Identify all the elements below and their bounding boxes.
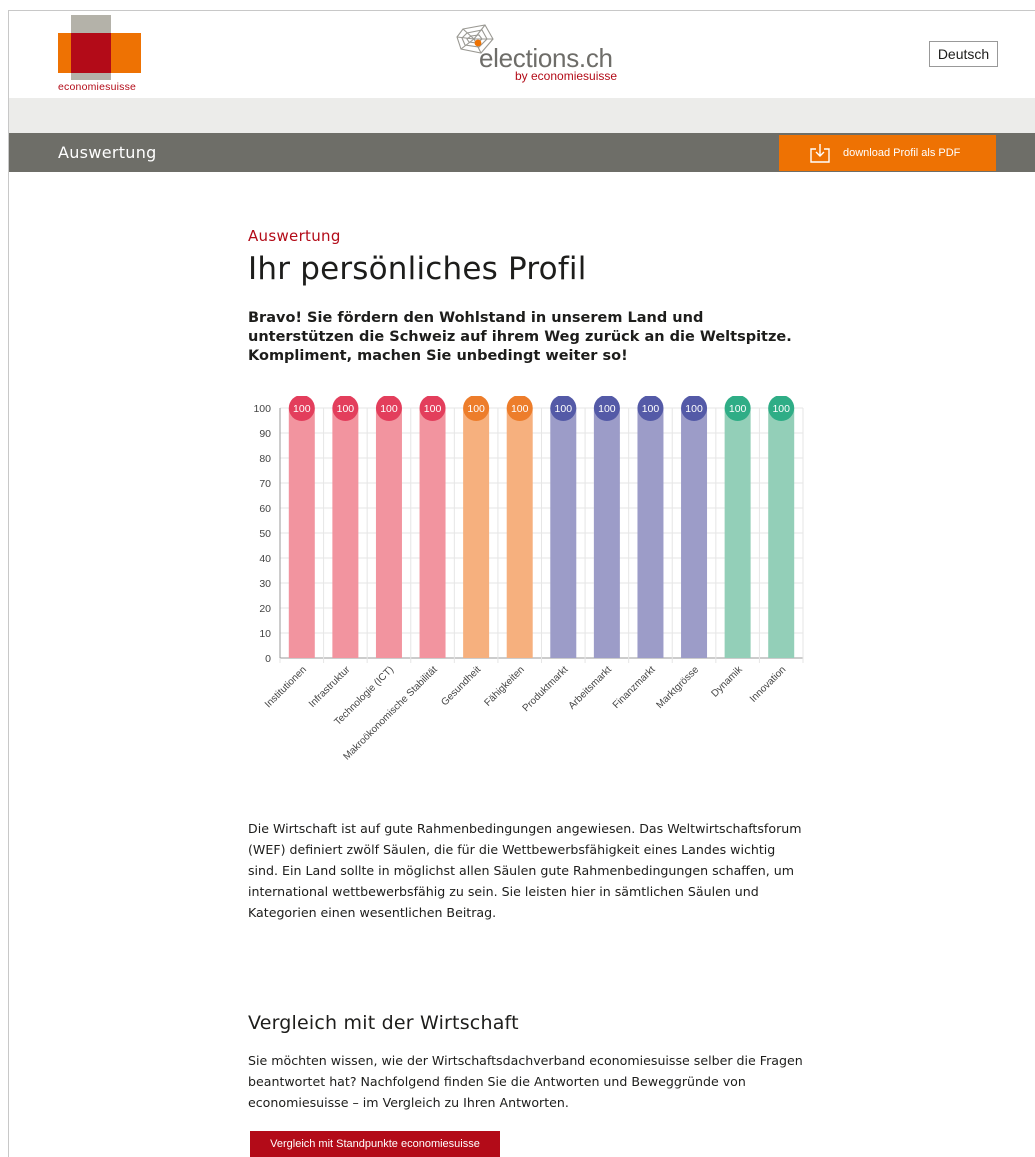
chart-bar — [637, 408, 664, 658]
page-frame: economiesuisse elections.ch by economies… — [8, 10, 1035, 1157]
y-tick-label: 50 — [259, 528, 271, 540]
value-label: 100 — [642, 403, 660, 415]
site-header: economiesuisse elections.ch by economies… — [9, 11, 1035, 98]
navbar-title: Auswertung — [58, 143, 157, 162]
value-label: 100 — [729, 403, 747, 415]
chart-bar — [463, 408, 490, 658]
compare-section-text: Sie möchten wissen, wie der Wirtschaftsd… — [248, 1053, 803, 1110]
economiesuisse-logo[interactable]: economiesuisse — [58, 15, 144, 95]
value-label: 100 — [555, 403, 573, 415]
category-label: Infrastruktur — [307, 664, 353, 710]
logo-red-block — [71, 33, 111, 73]
chart-bar — [375, 408, 402, 658]
lead-text: Bravo! Sie fördern den Wohlstand in unse… — [248, 310, 792, 364]
section-navbar: Auswertung download Profil als PDF — [9, 133, 1035, 172]
y-tick-label: 20 — [259, 603, 271, 615]
chart-bar — [550, 408, 577, 658]
value-label: 100 — [467, 403, 485, 415]
value-label: 100 — [511, 403, 529, 415]
y-tick-label: 80 — [259, 453, 271, 465]
chart-bar — [419, 408, 446, 658]
y-tick-label: 100 — [253, 403, 271, 415]
value-label: 100 — [424, 403, 442, 415]
section-eyebrow: Auswertung — [248, 227, 341, 245]
y-tick-label: 40 — [259, 553, 271, 565]
category-label: Finanzmarkt — [611, 664, 658, 711]
category-label: Gesundheit — [439, 664, 483, 708]
language-selector[interactable]: Deutsch — [929, 41, 998, 67]
chart-bar — [593, 408, 620, 658]
value-label: 100 — [380, 403, 398, 415]
header-divider-strip — [9, 98, 1035, 133]
chart-bar — [506, 408, 533, 658]
y-tick-label: 60 — [259, 503, 271, 515]
compare-section-title: Vergleich mit der Wirtschaft — [248, 1012, 519, 1034]
compare-button[interactable]: Vergleich mit Standpunkte economiesuisse — [250, 1131, 500, 1157]
category-label: Fähigkeiten — [482, 664, 526, 708]
chart-bar — [332, 408, 359, 658]
chart-bar — [768, 408, 795, 658]
y-tick-label: 10 — [259, 628, 271, 640]
category-label: Institutionen — [263, 664, 309, 710]
elections-subtitle: by economiesuisse — [515, 69, 618, 83]
value-label: 100 — [772, 403, 790, 415]
category-label: Innovation — [748, 664, 788, 704]
category-label: Arbeitsmarkt — [567, 664, 615, 712]
y-tick-label: 90 — [259, 428, 271, 440]
elections-logo[interactable]: elections.ch by economiesuisse — [455, 23, 625, 87]
value-label: 100 — [598, 403, 616, 415]
y-tick-label: 0 — [265, 653, 271, 665]
category-label: Marktgrösse — [654, 664, 701, 711]
chart-bar — [681, 408, 708, 658]
download-pdf-label: download Profil als PDF — [843, 147, 961, 159]
y-tick-label: 70 — [259, 478, 271, 490]
download-icon — [810, 144, 830, 163]
profile-bar-chart: 0 10 20 30 40 50 60 70 80 90 100 100 Institutionen 10… — [253, 396, 804, 763]
value-label: 100 — [293, 403, 311, 415]
category-label: Dynamik — [709, 664, 745, 700]
wef-explanation-text: Die Wirtschaft ist auf gute Rahmenbeding… — [248, 821, 802, 920]
chart-bar — [288, 408, 315, 658]
value-label: 100 — [685, 403, 703, 415]
chart-bar — [724, 408, 751, 658]
category-label: Produktmarkt — [521, 664, 571, 714]
value-label: 100 — [337, 403, 355, 415]
category-label: Makroökonomische Stabilität — [341, 664, 439, 762]
page-title: Ihr persönliches Profil — [248, 251, 587, 287]
download-pdf-button[interactable]: download Profil als PDF — [779, 135, 996, 171]
y-tick-label: 30 — [259, 578, 271, 590]
logo-wordmark: economiesuisse — [58, 81, 137, 93]
